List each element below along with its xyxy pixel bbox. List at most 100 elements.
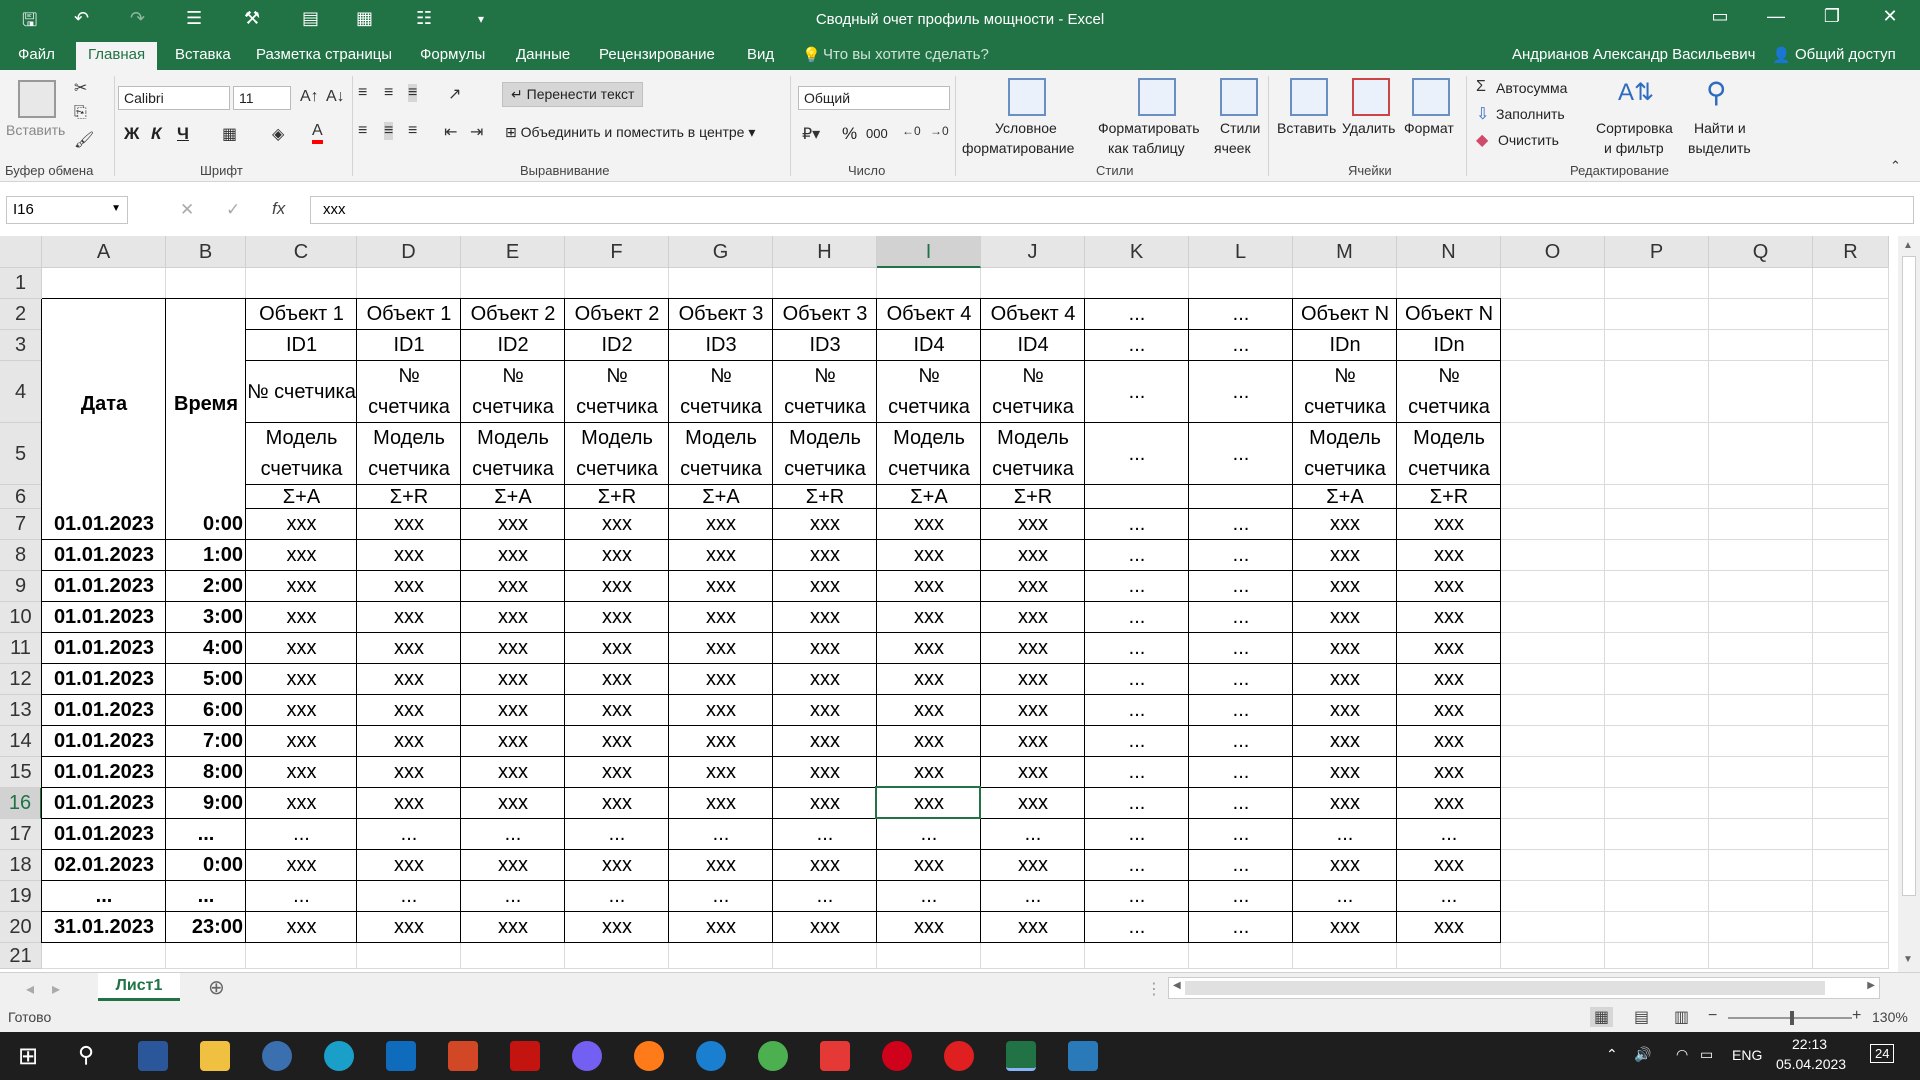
row-header[interactable]: 14: [0, 726, 42, 757]
column-header[interactable]: I: [877, 236, 981, 268]
align-top-icon[interactable]: ≡: [358, 84, 367, 102]
cell[interactable]: xxx: [1293, 602, 1397, 633]
cell[interactable]: xxx: [565, 757, 669, 788]
internet-explorer-icon[interactable]: [696, 1041, 726, 1071]
cell[interactable]: Модель счетчика: [246, 423, 357, 485]
cell[interactable]: Объект 4: [877, 299, 981, 330]
row-header[interactable]: 17: [0, 819, 42, 850]
cell[interactable]: xxx: [981, 757, 1085, 788]
cell[interactable]: xxx: [565, 602, 669, 633]
cell[interactable]: 01.01.2023: [42, 726, 166, 757]
cell[interactable]: ...: [357, 819, 461, 850]
cell[interactable]: ...: [877, 881, 981, 912]
cell[interactable]: 01.01.2023: [42, 819, 166, 850]
cell[interactable]: Модель счетчика: [877, 423, 981, 485]
cell[interactable]: xxx: [246, 695, 357, 726]
cell[interactable]: 01.01.2023: [42, 788, 166, 819]
cell[interactable]: № счетчика: [461, 361, 565, 423]
cell[interactable]: xxx: [1397, 571, 1501, 602]
autosum-icon[interactable]: Σ: [1476, 78, 1486, 96]
cell[interactable]: 7:00: [166, 726, 246, 757]
tray-expand-icon[interactable]: ⌃: [1606, 1046, 1618, 1063]
column-header[interactable]: L: [1189, 236, 1293, 268]
cell[interactable]: ...: [1189, 912, 1293, 943]
outlook-icon[interactable]: [386, 1041, 416, 1071]
cell[interactable]: xxx: [877, 509, 981, 540]
cell[interactable]: xxx: [565, 850, 669, 881]
cell[interactable]: IDn: [1397, 330, 1501, 361]
cell[interactable]: ...: [1189, 788, 1293, 819]
cell[interactable]: 01.01.2023: [42, 571, 166, 602]
notification-center-icon[interactable]: 24: [1870, 1044, 1895, 1063]
bold-button[interactable]: Ж: [124, 124, 139, 144]
eraser-icon[interactable]: ◆: [1476, 130, 1488, 150]
cell[interactable]: xxx: [877, 695, 981, 726]
cell[interactable]: ID1: [357, 330, 461, 361]
cell[interactable]: 01.01.2023: [42, 695, 166, 726]
cell[interactable]: ...: [1085, 423, 1189, 485]
cell[interactable]: xxx: [669, 602, 773, 633]
cell[interactable]: ...: [877, 819, 981, 850]
cell[interactable]: ID2: [565, 330, 669, 361]
font-size-select[interactable]: 11: [233, 86, 291, 110]
cell[interactable]: xxx: [773, 633, 877, 664]
fill-button[interactable]: Заполнить: [1496, 106, 1565, 122]
cell[interactable]: Объект 2: [565, 299, 669, 330]
fill-color-icon[interactable]: ◈: [272, 124, 284, 144]
cell[interactable]: ID4: [981, 330, 1085, 361]
cell[interactable]: xxx: [461, 571, 565, 602]
column-header[interactable]: J: [981, 236, 1085, 268]
format-painter-icon[interactable]: 🖌: [74, 130, 94, 150]
cell[interactable]: 9:00: [166, 788, 246, 819]
cell[interactable]: xxx: [773, 695, 877, 726]
cell[interactable]: xxx: [1397, 912, 1501, 943]
cell[interactable]: № счетчика: [1293, 361, 1397, 423]
cell[interactable]: ...: [1085, 571, 1189, 602]
cell[interactable]: xxx: [877, 633, 981, 664]
tab-review[interactable]: Рецензирование: [599, 46, 715, 63]
cell[interactable]: ...: [1189, 423, 1293, 485]
tab-home[interactable]: Главная: [76, 42, 158, 70]
cell[interactable]: xxx: [1293, 757, 1397, 788]
cell[interactable]: xxx: [669, 788, 773, 819]
maximize-icon[interactable]: ❐: [1812, 6, 1852, 27]
cell[interactable]: Объект N: [1293, 299, 1397, 330]
cell[interactable]: ...: [1189, 602, 1293, 633]
cell[interactable]: xxx: [565, 726, 669, 757]
cell[interactable]: ...: [565, 881, 669, 912]
align-left-icon[interactable]: ≡: [358, 122, 367, 140]
cell[interactable]: xxx: [773, 788, 877, 819]
cell[interactable]: xxx: [1293, 850, 1397, 881]
cell[interactable]: xxx: [981, 633, 1085, 664]
cell[interactable]: ...: [1085, 540, 1189, 571]
cell[interactable]: xxx: [981, 540, 1085, 571]
cell[interactable]: ...: [1085, 881, 1189, 912]
cell[interactable]: Σ+A: [877, 485, 981, 509]
cell[interactable]: 8:00: [166, 757, 246, 788]
insert-cells-button[interactable]: Вставить: [1277, 120, 1336, 136]
column-header[interactable]: N: [1397, 236, 1501, 268]
cell[interactable]: xxx: [1293, 695, 1397, 726]
cell[interactable]: ID4: [877, 330, 981, 361]
cell[interactable]: xxx: [565, 571, 669, 602]
edge-icon[interactable]: [324, 1041, 354, 1071]
cell[interactable]: № счетчика: [773, 361, 877, 423]
cell[interactable]: ...: [461, 819, 565, 850]
column-header[interactable]: Q: [1709, 236, 1813, 268]
insert-function-button[interactable]: fx: [272, 199, 285, 219]
cell[interactable]: xxx: [981, 509, 1085, 540]
cell[interactable]: ...: [1189, 881, 1293, 912]
language-indicator[interactable]: ENG: [1732, 1047, 1762, 1063]
cell[interactable]: xxx: [1293, 571, 1397, 602]
cell[interactable]: Объект 2: [461, 299, 565, 330]
column-header[interactable]: P: [1605, 236, 1709, 268]
column-header[interactable]: B: [166, 236, 246, 268]
add-sheet-icon[interactable]: ⊕: [208, 975, 225, 1000]
column-header[interactable]: R: [1813, 236, 1889, 268]
cell[interactable]: xxx: [669, 571, 773, 602]
cell[interactable]: xxx: [461, 664, 565, 695]
cell[interactable]: № счетчика: [877, 361, 981, 423]
cell[interactable]: xxx: [773, 602, 877, 633]
scroll-thumb[interactable]: [1185, 981, 1825, 995]
row-header[interactable]: 21: [0, 943, 42, 969]
